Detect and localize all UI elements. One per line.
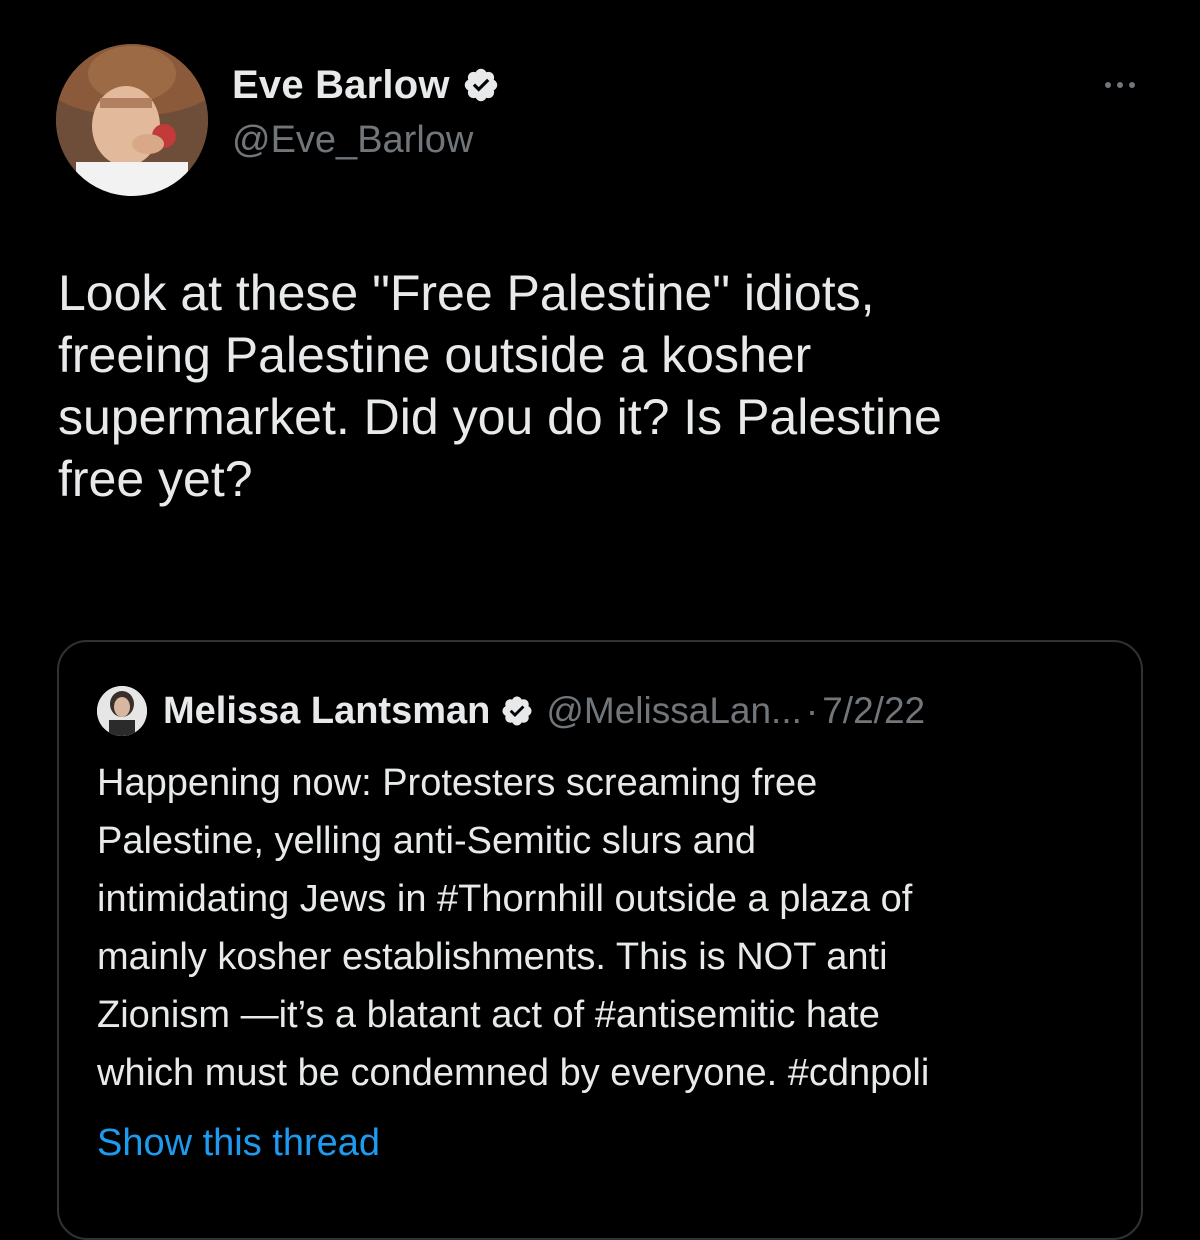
quoted-verified-badge-icon: [502, 696, 532, 726]
verified-badge-icon: [464, 68, 497, 102]
show-thread-link[interactable]: Show this thread: [97, 1118, 380, 1168]
tweet: Eve Barlow @Eve_Barlow Look at these "Fr…: [0, 0, 1200, 1240]
quoted-tweet-text: Happening now: Protesters screaming free…: [97, 762, 930, 1094]
quoted-author-avatar: [97, 686, 147, 736]
author-handle[interactable]: @Eve_Barlow: [232, 116, 473, 164]
author-avatar[interactable]: [56, 44, 208, 196]
quoted-date[interactable]: 7/2/22: [822, 690, 925, 732]
quoted-display-name: Melissa Lantsman: [163, 689, 491, 732]
more-options-icon[interactable]: [1092, 70, 1148, 100]
quoted-handle: @MelissaLan...: [546, 690, 802, 731]
quoted-avatar-photo: [97, 686, 147, 736]
author-name-row: Eve Barlow: [232, 60, 500, 110]
more-dot: [1129, 82, 1135, 88]
quoted-separator: ·: [805, 690, 819, 731]
more-dot: [1117, 82, 1123, 88]
avatar-photo: [56, 44, 208, 196]
quoted-tweet-header: Melissa Lantsman @MelissaLan... · 7/2/22: [97, 686, 925, 736]
quoted-tweet-card[interactable]: Melissa Lantsman @MelissaLan... · 7/2/22…: [57, 640, 1143, 1240]
author-display-name[interactable]: Eve Barlow: [232, 60, 450, 110]
more-dot: [1105, 82, 1111, 88]
tweet-text: Look at these "Free Palestine" idiots, f…: [58, 265, 942, 507]
